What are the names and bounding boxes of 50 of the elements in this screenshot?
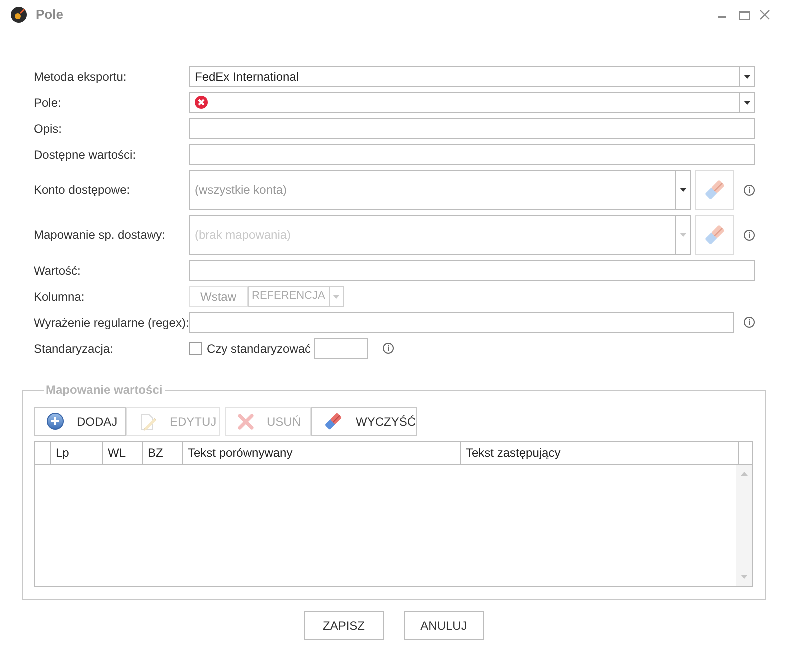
down-arrow-icon[interactable] <box>740 575 748 579</box>
up-arrow-icon[interactable] <box>740 472 748 476</box>
column-header[interactable]: BZ <box>143 442 183 464</box>
column-header[interactable]: Tekst porównywany <box>183 442 461 464</box>
clear-button[interactable] <box>695 170 734 210</box>
dropdown-field[interactable] <box>189 92 755 113</box>
column-header[interactable]: WL <box>103 442 143 464</box>
document-pencil-icon <box>139 412 157 430</box>
text-field[interactable] <box>189 260 755 281</box>
field-label: Metoda eksportu: <box>34 68 128 86</box>
field-label: Dostępne wartości: <box>34 146 138 164</box>
save-button[interactable]: ZAPISZ <box>304 611 384 640</box>
x-mark-icon <box>238 414 254 430</box>
eraser-icon <box>704 224 726 246</box>
field-label: Opis: <box>34 120 64 138</box>
group-title: Mapowanie wartości <box>45 382 164 398</box>
field-label: Standaryzacja: <box>34 340 114 358</box>
field-label: Mapowanie sp. dostawy: <box>34 227 166 244</box>
app-logo-icon <box>11 7 27 23</box>
text-field[interactable] <box>189 144 755 165</box>
add-button[interactable]: DODAJ <box>34 407 126 436</box>
text-field[interactable] <box>189 118 755 139</box>
caret-icon <box>744 100 750 104</box>
column-header[interactable]: Lp <box>51 442 103 464</box>
field-label: Kolumna: <box>34 288 86 306</box>
plus-circle-icon <box>47 413 64 430</box>
window-title: Pole <box>36 7 64 23</box>
clear-button[interactable]: WYCZYŚĆ <box>311 407 417 436</box>
scrollbar[interactable] <box>736 465 752 586</box>
caret-icon <box>680 233 686 237</box>
field-label: Wartość: <box>34 262 82 280</box>
maximize-icon[interactable] <box>739 10 750 20</box>
text-field[interactable] <box>189 312 734 333</box>
cancel-button[interactable]: ANULUJ <box>404 611 484 640</box>
caret-icon <box>680 188 686 192</box>
column-header[interactable]: Tekst zastępujący <box>461 442 739 464</box>
close-icon[interactable] <box>760 10 770 20</box>
eraser-icon <box>704 179 726 201</box>
checkbox-label: Czy standaryzować <box>207 340 312 358</box>
number-field[interactable] <box>314 338 368 359</box>
clear-button[interactable] <box>695 215 734 255</box>
field-label: Pole: <box>34 94 62 112</box>
caret-icon <box>333 294 340 298</box>
field-label: Konto dostępowe: <box>34 182 132 199</box>
checkbox[interactable] <box>189 342 202 355</box>
field-label: Wyrażenie regularne (regex): <box>34 314 189 332</box>
dropdown-field[interactable]: FedEx International <box>189 66 755 87</box>
minimize-icon[interactable] <box>718 16 726 18</box>
eraser-icon <box>324 412 343 431</box>
caret-icon <box>744 74 750 78</box>
